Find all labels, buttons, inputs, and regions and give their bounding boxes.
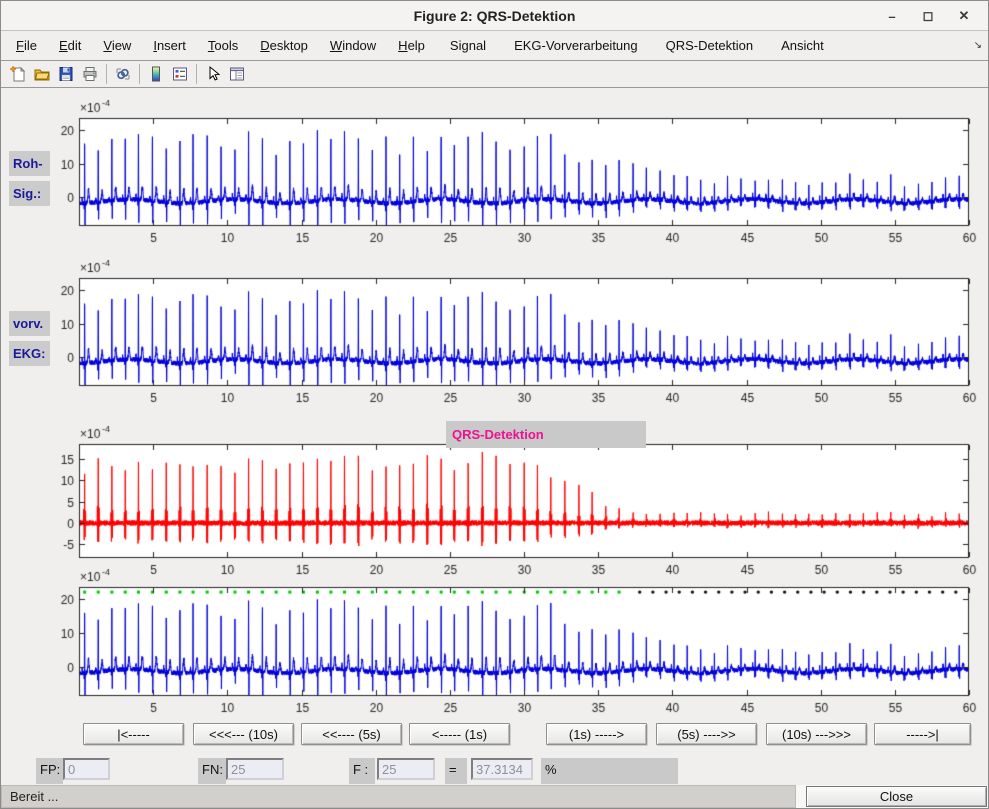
menu-item-tools[interactable]: Tools <box>197 31 249 60</box>
menu-item-window[interactable]: Window <box>319 31 387 60</box>
fn-input[interactable] <box>226 758 284 780</box>
figure-window: Figure 2: QRS-Detektion – ◻ ✕ File Edit … <box>0 0 989 809</box>
menu-item-ansicht[interactable]: Ansicht <box>767 31 838 60</box>
go-end-button[interactable]: ----->| <box>874 723 971 745</box>
menu-item-qrs-detektion[interactable]: QRS-Detektion <box>652 31 767 60</box>
minimize-button[interactable]: – <box>874 9 910 24</box>
go-start-button[interactable]: |<----- <box>83 723 184 745</box>
window-controls: – ◻ ✕ <box>874 1 982 31</box>
back-1s-button[interactable]: <----- (1s) <box>409 723 510 745</box>
plot-raw-signal-canvas <box>37 98 985 250</box>
legend-icon[interactable] <box>168 63 192 85</box>
fn-label: FN: <box>198 758 226 784</box>
equals-label: = <box>445 758 467 784</box>
open-file-icon[interactable] <box>30 63 54 85</box>
plot-preprocessed-canvas <box>37 258 985 410</box>
qrs-detektion-plot-title: QRS-Detektion <box>446 421 646 448</box>
fp-label: FP: <box>36 758 63 784</box>
label-roh: Roh- <box>9 151 50 176</box>
back-10s-button[interactable]: <<<--- (10s) <box>193 723 294 745</box>
close-window-button[interactable]: ✕ <box>946 8 982 24</box>
forward-5s-button[interactable]: (5s) ---->> <box>656 723 757 745</box>
window-title: Figure 2: QRS-Detektion <box>1 1 988 31</box>
colorbar-icon[interactable] <box>144 63 168 85</box>
menu-item-desktop[interactable]: Desktop <box>249 31 319 60</box>
toolbar-separator <box>106 64 107 84</box>
fp-input[interactable] <box>63 758 110 780</box>
label-ekg: EKG: <box>9 341 50 366</box>
menu-overflow-arrow[interactable]: ↘ <box>974 40 982 51</box>
link-plot-icon[interactable] <box>111 63 135 85</box>
f-input[interactable] <box>377 758 435 780</box>
menu-item-view[interactable]: View <box>92 31 142 60</box>
menu-item-ekg-vorverarbeitung[interactable]: EKG-Vorverarbeitung <box>500 31 652 60</box>
title-bar: Figure 2: QRS-Detektion – ◻ ✕ <box>1 1 988 31</box>
menu-item-insert[interactable]: Insert <box>142 31 197 60</box>
maximize-button[interactable]: ◻ <box>910 8 946 24</box>
menu-item-file[interactable]: File <box>5 31 48 60</box>
status-text: Bereit ... <box>1 785 796 808</box>
property-editor-icon[interactable] <box>225 63 249 85</box>
figure-toolbar <box>1 61 988 88</box>
menu-item-edit[interactable]: Edit <box>48 31 92 60</box>
toolbar-separator <box>196 64 197 84</box>
label-vorv: vorv. <box>9 311 50 336</box>
forward-10s-button[interactable]: (10s) --->>> <box>766 723 867 745</box>
save-icon[interactable] <box>54 63 78 85</box>
menu-item-signal[interactable]: Signal <box>436 31 500 60</box>
back-5s-button[interactable]: <<---- (5s) <box>301 723 402 745</box>
figure-canvas-area: Roh- Sig.: vorv. EKG: QRS-Detektion |<--… <box>1 88 989 787</box>
edit-plot-icon[interactable] <box>201 63 225 85</box>
plot-detection-canvas <box>37 567 985 720</box>
f-label: F : <box>349 758 375 784</box>
percent-label: % <box>541 758 678 784</box>
status-row: Bereit ... Close <box>1 785 989 808</box>
toolbar-separator <box>139 64 140 84</box>
close-button[interactable]: Close <box>806 786 987 807</box>
print-icon[interactable] <box>78 63 102 85</box>
forward-1s-button[interactable]: (1s) -----> <box>546 723 647 745</box>
menu-item-help[interactable]: Help <box>387 31 436 60</box>
label-sig: Sig.: <box>9 181 50 206</box>
new-figure-icon[interactable] <box>6 63 30 85</box>
result-input[interactable] <box>471 758 533 780</box>
menu-bar: File Edit View Insert Tools Desktop Wind… <box>1 31 988 61</box>
